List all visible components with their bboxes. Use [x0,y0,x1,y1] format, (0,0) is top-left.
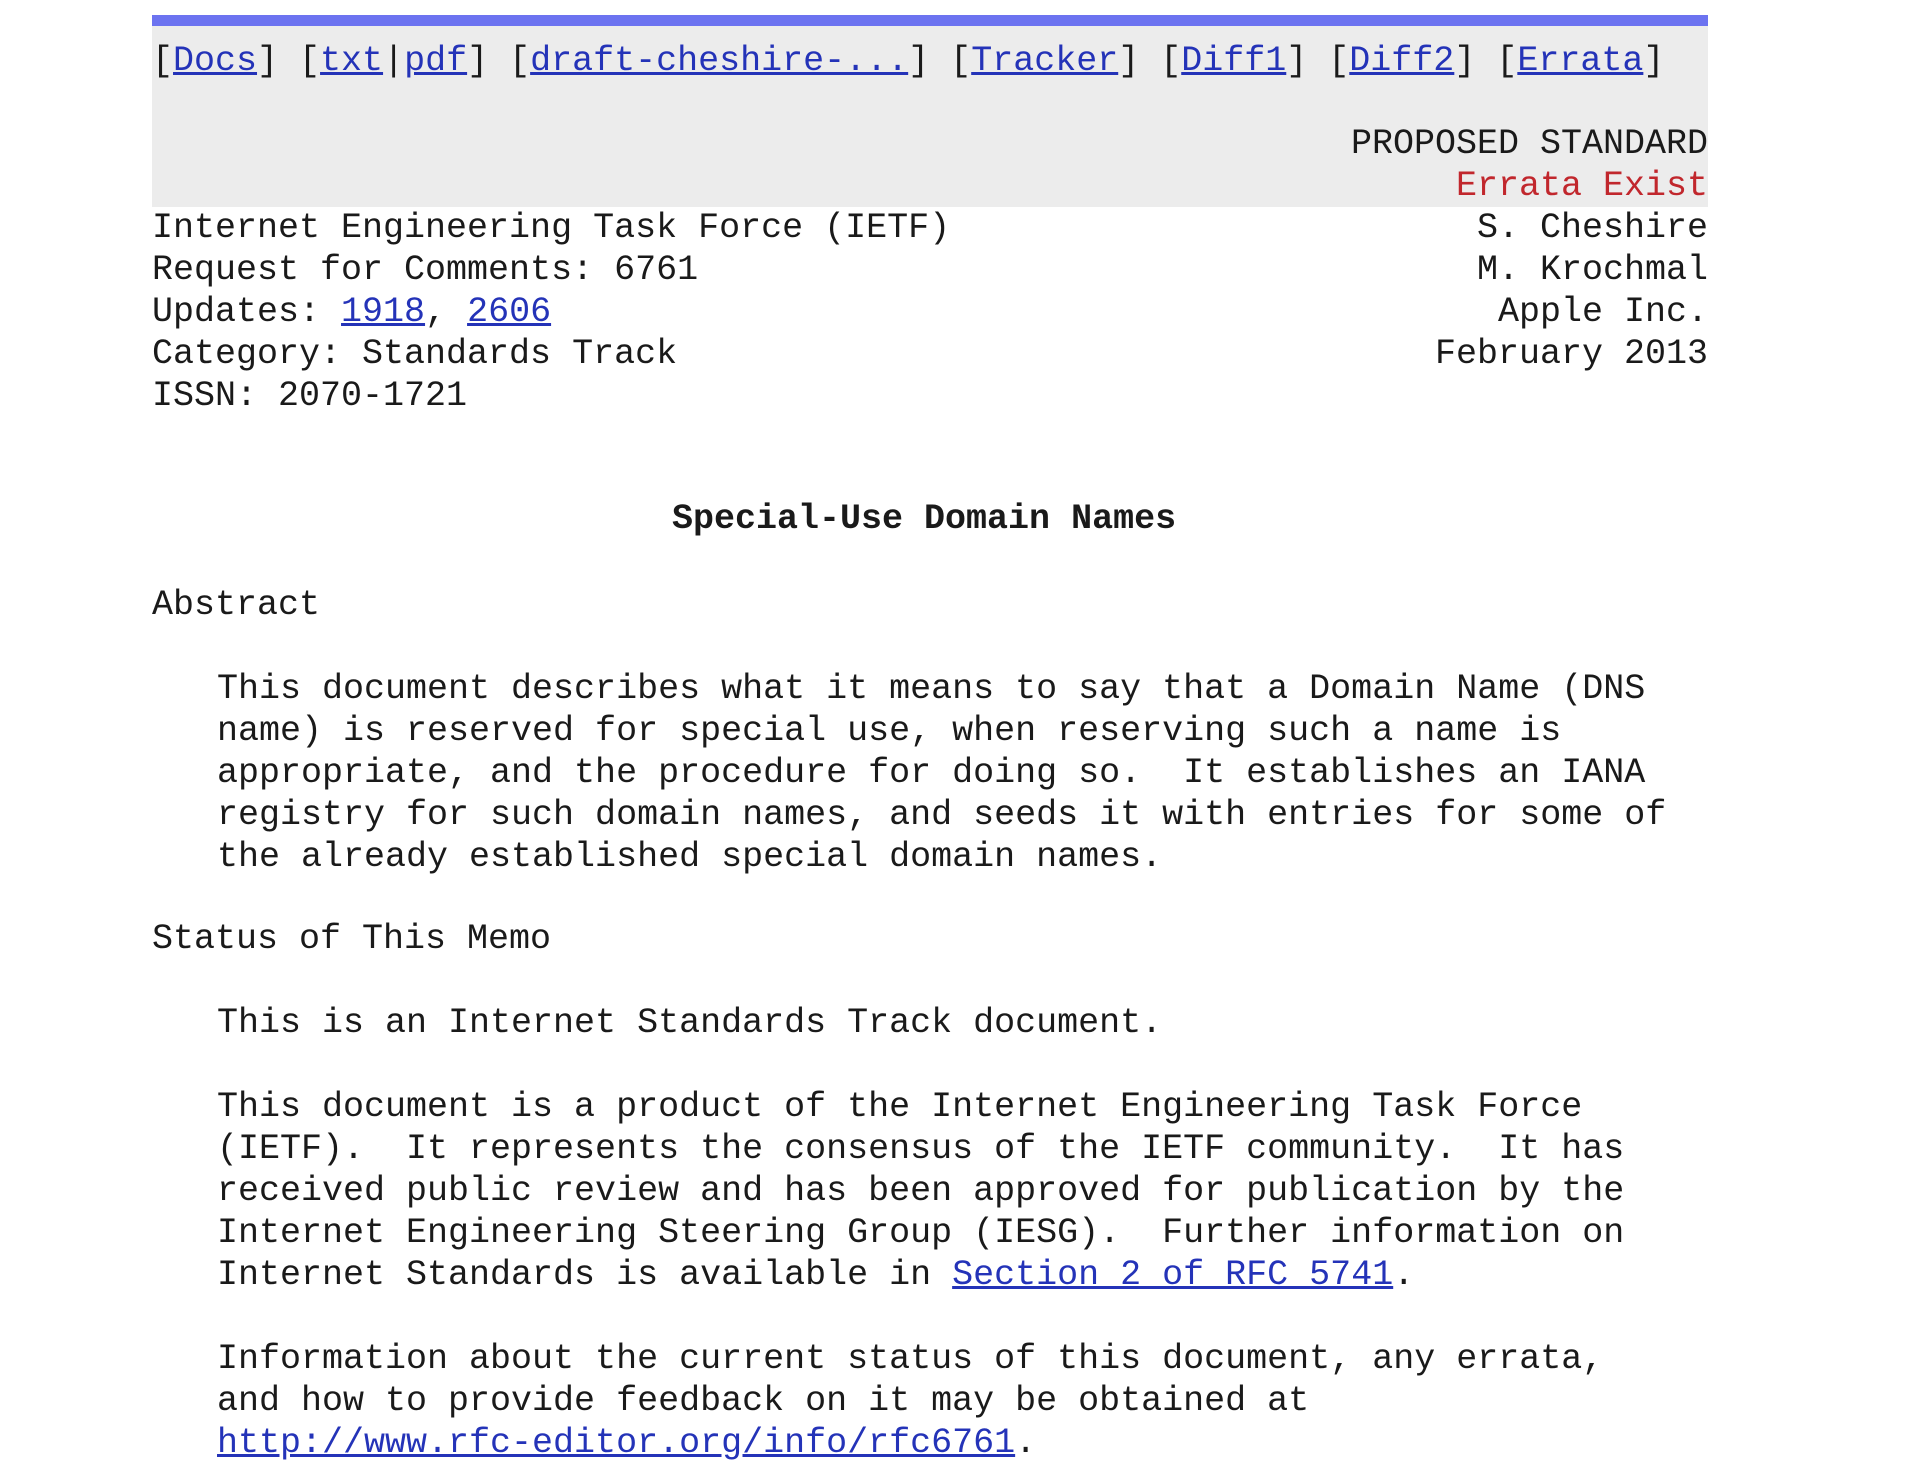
category-line: Category: Standards Track [152,334,678,374]
updates-label: Updates: [152,292,342,332]
abstract-heading: Abstract [152,585,321,625]
txt-link[interactable]: txt [320,41,383,81]
proposed-standard-label: PROPOSED STANDARD [1350,124,1708,164]
pdf-link[interactable]: pdf [404,41,467,81]
abstract-line: name) is reserved for special use, when … [217,711,1562,751]
abstract-line: appropriate, and the procedure for doing… [217,753,1646,793]
rfc-editor-info-link[interactable]: http://www.rfc-editor.org/info/rfc6761 [217,1423,1015,1463]
memo-line: and how to provide feedback on it may be… [217,1381,1310,1421]
memo-line: Internet Engineering Steering Group (IES… [217,1213,1625,1253]
memo-line: Internet Standards is available in Secti… [217,1254,1414,1296]
date: February 2013 [1434,334,1708,374]
abstract-line: This document describes what it means to… [217,669,1646,709]
rfc5741-section-link[interactable]: Section 2 of RFC 5741 [952,1255,1393,1295]
diff2-link[interactable]: Diff2 [1349,41,1454,81]
issn-line: ISSN: 2070-1721 [152,376,468,416]
author-cheshire: S. Cheshire [1476,208,1708,248]
memo-line: received public review and has been appr… [217,1171,1625,1211]
updates-line: Updates: 1918, 2606 [152,291,551,333]
top-accent-bar [152,15,1708,26]
draft-link[interactable]: draft-cheshire-... [530,41,908,81]
memo-paragraph-1: This is an Internet Standards Track docu… [217,1003,1163,1043]
author-krochmal: M. Krochmal [1476,250,1708,290]
rfc-number-line: Request for Comments: 6761 [152,250,699,290]
errata-link[interactable]: Errata [1517,41,1643,81]
memo-line: This document is a product of the Intern… [217,1087,1583,1127]
memo-line: Information about the current status of … [217,1339,1604,1379]
separator: , [425,292,468,332]
docs-link[interactable]: Docs [173,41,257,81]
memo-line: http://www.rfc-editor.org/info/rfc6761. [217,1422,1036,1464]
tracker-link[interactable]: Tracker [971,41,1118,81]
nav-bar: [Docs] [txt|pdf] [draft-cheshire-...] [T… [152,41,1665,81]
period: . [1015,1423,1037,1463]
rfc1918-link[interactable]: 1918 [341,292,425,332]
org-line: Internet Engineering Task Force (IETF) [152,208,951,248]
memo-heading: Status of This Memo [152,919,552,959]
document-title: Special-Use Domain Names [672,499,1177,539]
rfc2606-link[interactable]: 2606 [467,292,551,332]
affiliation: Apple Inc. [1497,292,1708,332]
rfc-page: [Docs] [txt|pdf] [draft-cheshire-...] [T… [0,0,1920,1463]
diff1-link[interactable]: Diff1 [1181,41,1286,81]
memo-line: (IETF). It represents the consensus of t… [217,1129,1625,1169]
errata-exist-label: Errata Exist [1455,166,1708,206]
memo-line-prefix: Internet Standards is available in [217,1255,953,1295]
abstract-line: registry for such domain names, and seed… [217,795,1667,835]
period: . [1393,1255,1415,1295]
abstract-line: the already established special domain n… [217,837,1163,877]
